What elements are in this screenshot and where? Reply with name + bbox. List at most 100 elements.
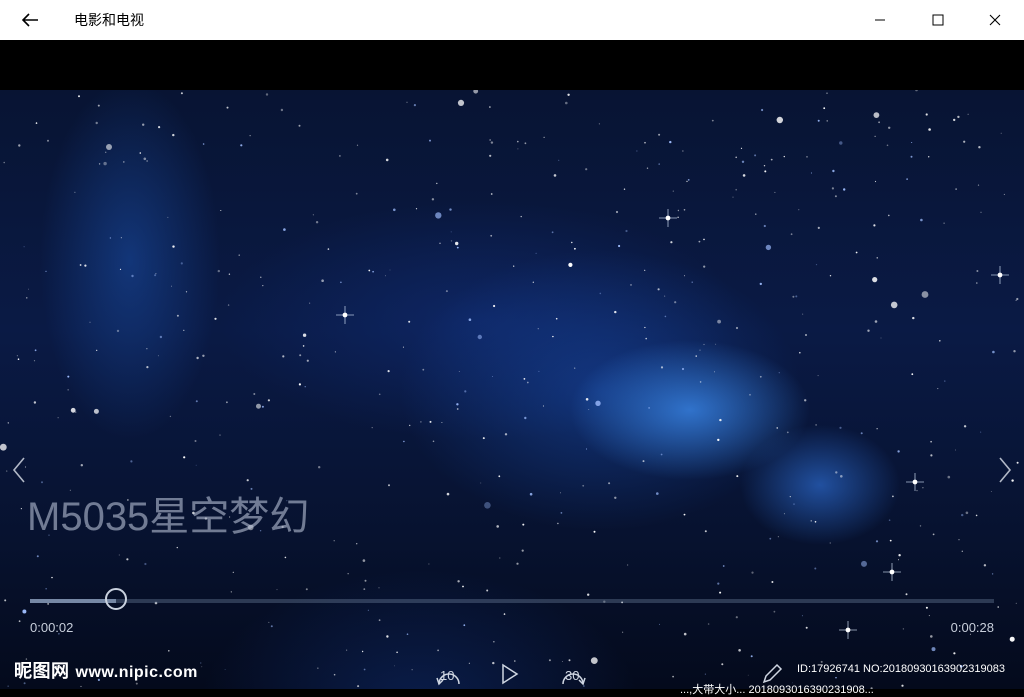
star [798, 209, 800, 211]
star [880, 337, 882, 339]
star [922, 487, 924, 489]
star [484, 502, 491, 509]
star [963, 140, 966, 143]
star [498, 475, 501, 478]
star [146, 366, 149, 369]
star [648, 407, 650, 409]
seek-bar-fill [30, 599, 116, 603]
star [142, 123, 145, 126]
star [240, 144, 243, 147]
star [120, 237, 122, 239]
star [249, 135, 251, 137]
star [645, 337, 647, 340]
star [888, 214, 890, 217]
star [835, 677, 837, 679]
star [961, 550, 963, 552]
star [116, 329, 120, 333]
star [20, 508, 22, 510]
star [176, 546, 178, 549]
star [403, 440, 405, 443]
star [226, 106, 229, 109]
star [18, 144, 21, 147]
skip-back-button[interactable]: 10 [432, 656, 466, 686]
star [644, 269, 646, 271]
star [302, 333, 307, 337]
star [614, 310, 617, 314]
play-button[interactable] [498, 656, 522, 686]
star [644, 141, 646, 144]
star [450, 240, 453, 242]
star [754, 154, 757, 157]
star [878, 121, 880, 124]
star [829, 275, 832, 277]
arrow-left-icon [21, 13, 38, 27]
maximize-icon [932, 14, 944, 26]
next-button[interactable] [990, 455, 1020, 485]
star [185, 291, 188, 293]
star [901, 684, 904, 687]
star [930, 440, 932, 443]
star [683, 632, 687, 636]
star [106, 144, 112, 150]
star [747, 674, 749, 676]
star [691, 281, 693, 283]
close-button[interactable] [967, 0, 1023, 40]
previous-button[interactable] [4, 455, 34, 485]
star [230, 591, 232, 593]
star [630, 284, 632, 286]
star [458, 371, 460, 372]
star [793, 503, 795, 505]
star [770, 158, 773, 161]
star [932, 533, 935, 536]
watermark-logo: 昵图网 www.nipic.com [14, 657, 198, 683]
star [445, 290, 448, 293]
star [146, 160, 148, 162]
star [155, 273, 157, 275]
star [33, 401, 37, 404]
star [276, 589, 278, 591]
star [801, 615, 803, 617]
star [776, 427, 778, 429]
star [327, 248, 330, 250]
star [256, 403, 261, 409]
back-button[interactable] [14, 8, 46, 32]
star [394, 665, 395, 667]
star [961, 513, 964, 517]
star [367, 609, 369, 611]
star [983, 564, 987, 567]
star [312, 214, 314, 216]
star [123, 161, 125, 163]
star [810, 520, 812, 522]
star [955, 449, 956, 451]
maximize-button[interactable] [910, 0, 966, 40]
star [552, 335, 554, 338]
star [283, 228, 286, 231]
star [740, 147, 743, 149]
star [683, 513, 686, 516]
star [840, 475, 843, 478]
star [735, 188, 737, 191]
skip-forward-button[interactable]: 30 [556, 656, 590, 686]
star [462, 585, 464, 588]
star [732, 196, 734, 198]
star [265, 93, 269, 96]
seek-bar[interactable] [30, 588, 994, 610]
star [139, 152, 142, 154]
close-icon [989, 14, 1001, 26]
star [795, 295, 798, 298]
star [684, 275, 685, 277]
star [537, 328, 539, 330]
star [503, 613, 506, 615]
star [915, 90, 918, 92]
star [542, 405, 544, 407]
star [711, 119, 714, 122]
minimize-button[interactable] [852, 0, 908, 40]
star [306, 359, 309, 362]
star [1015, 299, 1017, 301]
star [489, 106, 491, 108]
star [227, 304, 230, 306]
seek-thumb[interactable] [104, 588, 127, 610]
star [195, 464, 197, 466]
star [831, 187, 835, 190]
star [751, 571, 754, 574]
